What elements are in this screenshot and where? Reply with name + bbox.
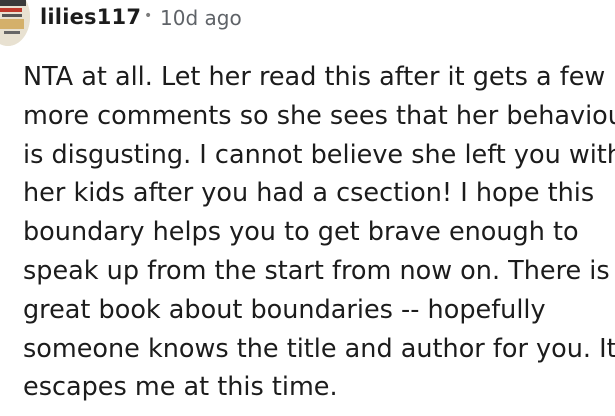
comment-author[interactable]: lilies117 — [40, 5, 141, 29]
comment: lilies117 • 10d ago NTA at all. Let her … — [0, 0, 615, 416]
user-avatar-icon[interactable] — [0, 0, 30, 46]
comment-header: lilies117 • 10d ago — [0, 0, 615, 46]
comment-body: NTA at all. Let her read this after it g… — [23, 62, 615, 403]
separator-dot: • — [144, 8, 153, 24]
comment-timestamp[interactable]: 10d ago — [160, 6, 242, 30]
